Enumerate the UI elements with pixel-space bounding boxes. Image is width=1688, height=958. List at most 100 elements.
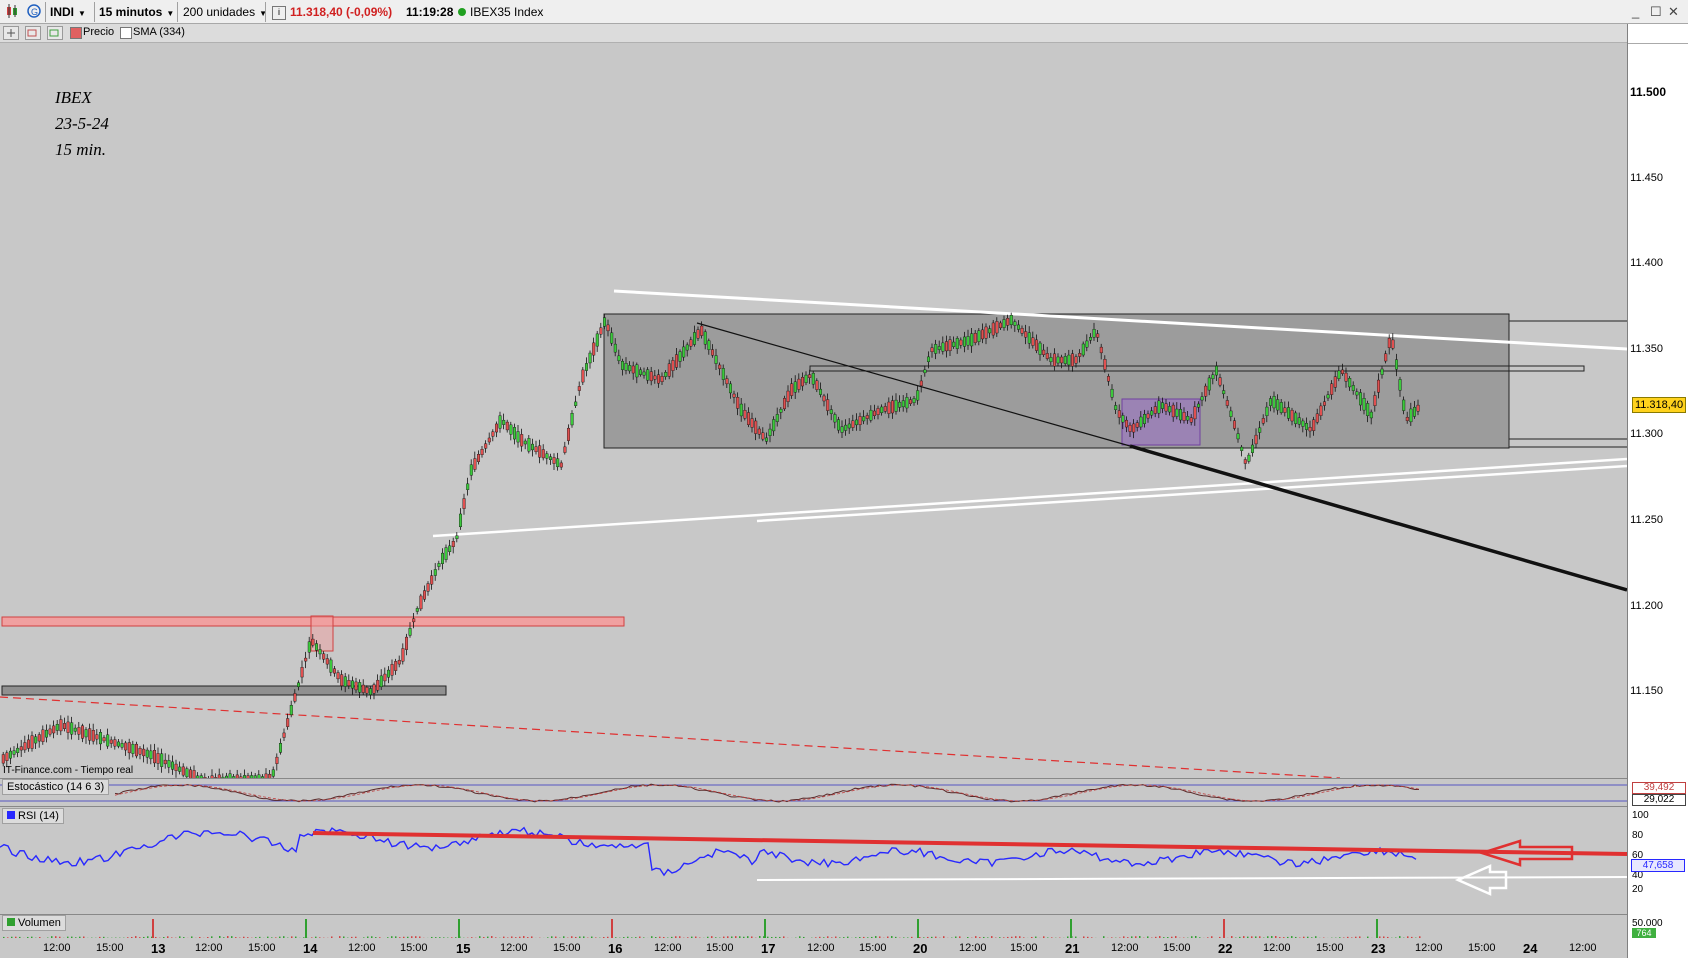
candle-body [1135,422,1139,428]
candle-body [1211,374,1215,380]
precio-color-icon[interactable] [70,27,82,39]
rsi-panel[interactable] [0,806,1628,915]
time-axis-time-label: 15:00 [1163,942,1191,954]
candle-body [1132,423,1136,433]
candle-body [480,449,484,455]
candle-body [98,732,102,745]
candle-body [725,378,729,385]
candle-body [1308,426,1312,432]
candle-body [736,397,740,409]
candle-body [1085,340,1089,348]
candle-body [711,349,715,356]
candle-body [793,381,797,393]
index-name: IBEX35 Index [470,5,544,19]
time-axis-time-label: 12:00 [43,942,71,954]
candle-body [433,569,437,576]
sma-checkbox[interactable] [120,27,132,39]
candle-body [1070,353,1074,367]
price-label-11450: 11.450 [1630,172,1663,184]
candle-body [991,322,995,336]
time-axis-time-label: 15:00 [248,942,276,954]
candle-body [739,403,743,417]
units-selector[interactable]: 200 unidades ▼ [183,3,267,21]
info-icon[interactable]: i [272,6,286,20]
time-axis-time-label: 15:00 [96,942,124,954]
stochastic-panel[interactable] [0,778,1627,807]
candle-body [387,669,391,678]
candle-body [455,535,459,539]
candle-body [1142,414,1146,424]
volume-spike-bar [458,919,460,939]
candle-body [1060,356,1064,364]
candle-body [837,419,841,431]
candle-body [1,754,5,764]
precio-label[interactable]: Precio [83,26,114,38]
candle-body [1017,324,1021,330]
rsi-label[interactable]: RSI (14) [2,808,64,824]
candle-body [304,657,308,662]
candle-body [1106,376,1110,382]
candlestick-icon[interactable] [4,3,20,21]
candle-body [1315,413,1319,423]
time-axis-time-label: 12:00 [959,942,987,954]
time-axis-day-label: 21 [1065,941,1080,956]
candle-body [531,443,535,451]
candle-body [113,739,117,747]
interval-selector[interactable]: 15 minutos ▼ [99,3,174,21]
stochastic-value-2: 29,022 [1632,794,1686,806]
candle-body [534,446,538,453]
candle-body [559,462,563,468]
candle-body [775,414,779,422]
candle-body [703,331,707,345]
candle-body [801,376,805,387]
candle-body [63,723,67,729]
red-highlight-box [310,615,334,652]
candle-body [80,725,84,739]
candle-body [934,344,938,354]
candle-body [682,346,686,358]
candle-body [495,423,499,433]
candle-body [318,649,322,655]
candle-body [412,618,416,623]
candle-body [1279,402,1283,413]
candle-body [1214,365,1218,376]
volume-label[interactable]: Volumen [2,915,66,931]
rsi-value-badge: 47,658 [1631,859,1685,872]
candle-body [603,317,607,327]
status-dot-icon [458,8,466,16]
candle-body [1337,370,1341,379]
candle-body [19,746,23,751]
candle-body [91,730,95,742]
candle-body [16,747,20,753]
candle-body [1394,359,1398,370]
candle-body [948,339,952,352]
maximize-icon[interactable]: ☐ [1650,4,1662,20]
stochastic-line [114,783,1419,803]
duplicate-icon[interactable] [47,26,63,40]
volume-panel[interactable] [0,914,1627,939]
sma-label[interactable]: SMA (334) [133,26,185,38]
candle-body [477,454,481,462]
symbol-label: INDI [50,5,74,19]
candle-body [354,681,358,691]
white-arrow-icon [1454,864,1508,896]
time-axis-time-label: 12:00 [1569,942,1597,954]
symbol-selector[interactable]: INDI ▼ [50,3,86,21]
add-icon[interactable] [3,26,19,40]
candle-body [286,718,290,727]
candle-body [142,748,146,757]
candle-body [952,341,956,347]
candle-body [70,722,74,735]
close-icon[interactable]: ✕ [1668,4,1679,20]
candle-body [390,664,394,676]
candle-body [1096,333,1100,338]
export-icon[interactable] [25,26,41,40]
price-chart[interactable] [0,43,1627,778]
candle-body [790,383,794,396]
compass-icon[interactable]: G [26,3,42,21]
candle-body [585,363,589,371]
stochastic-label[interactable]: Estocástico (14 6 3) [2,779,110,795]
candle-body [541,449,545,459]
candle-body [1092,329,1096,338]
minimize-icon[interactable]: _ [1632,4,1639,19]
